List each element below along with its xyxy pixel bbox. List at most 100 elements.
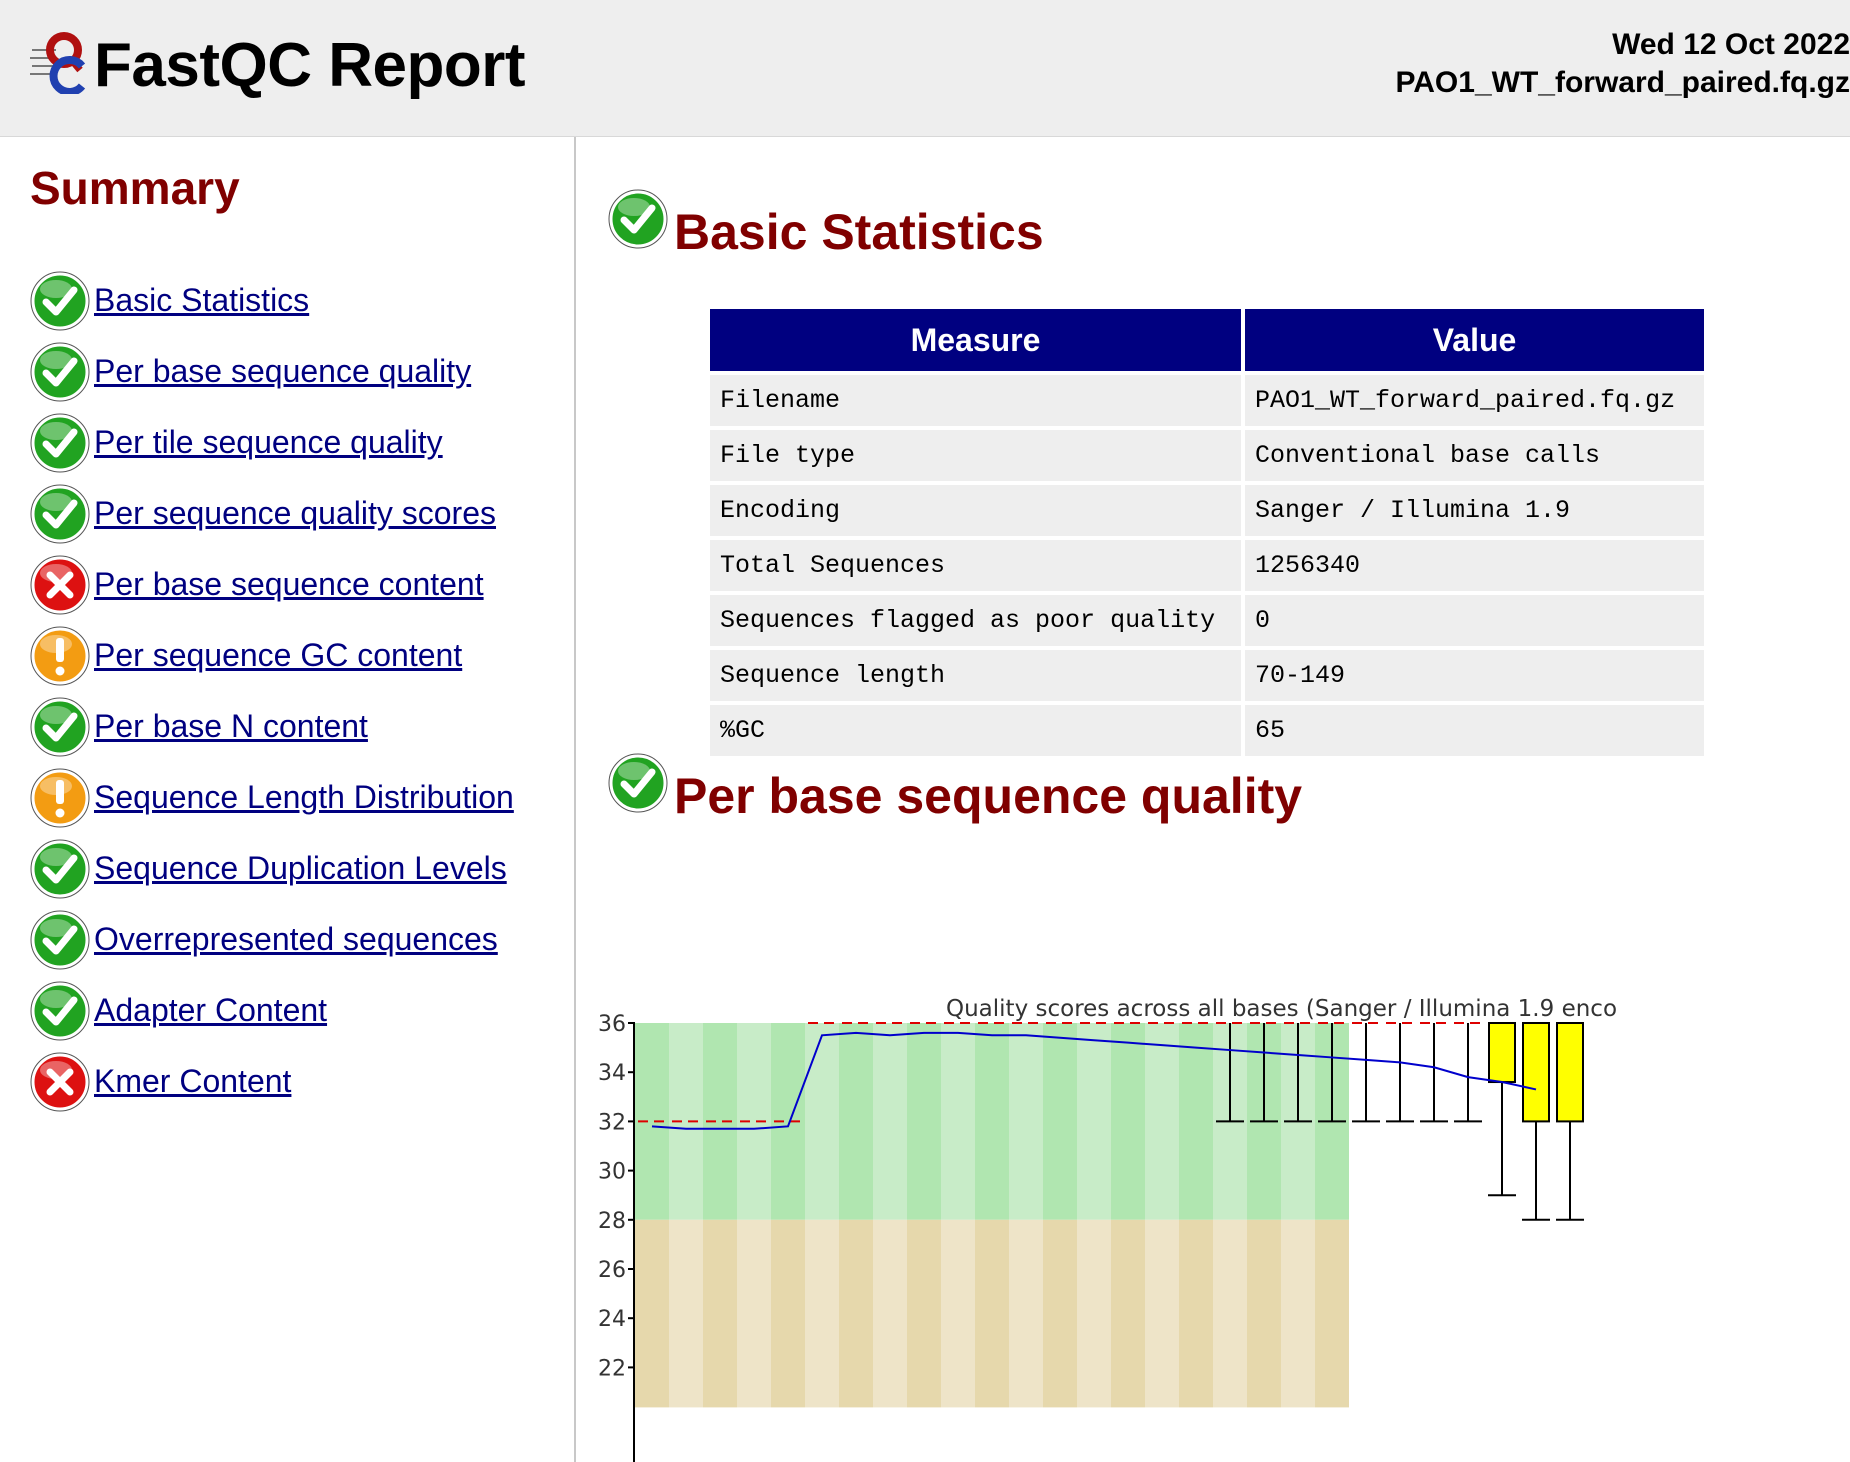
quality-band-cell xyxy=(839,1023,873,1220)
summary-link[interactable]: Per tile sequence quality xyxy=(94,424,443,461)
quality-band-cell xyxy=(805,1219,839,1408)
pass-icon xyxy=(30,839,90,898)
quality-chart-svg: Quality scores across all bases (Sanger … xyxy=(598,996,1617,1462)
main-content: Basic Statistics Measure Value Filename P… xyxy=(576,137,1850,1462)
quality-band-cell xyxy=(737,1219,771,1408)
summary-item: Per base N content xyxy=(30,691,514,762)
summary-item: Sequence Duplication Levels xyxy=(30,833,514,904)
quality-band-cell xyxy=(1281,1219,1315,1408)
value-cell: Sanger / Illumina 1.9 xyxy=(1245,485,1704,536)
y-tick-label: 34 xyxy=(598,1061,626,1086)
summary-list: Basic Statistics Per base sequence quali… xyxy=(30,265,514,1117)
summary-sidebar: Summary Basic Statistics Per base sequen… xyxy=(0,137,576,1462)
basic-statistics-title: Basic Statistics xyxy=(674,204,1044,260)
y-tick-label: 26 xyxy=(598,1258,626,1283)
pass-icon xyxy=(608,189,668,249)
summary-item: Per sequence quality scores xyxy=(30,478,514,549)
measure-cell: Filename xyxy=(710,375,1241,426)
chart-title: Quality scores across all bases (Sanger … xyxy=(946,996,1617,1022)
quality-band-cell xyxy=(771,1219,805,1408)
quality-band-cell xyxy=(1043,1023,1077,1220)
quality-band-cell xyxy=(1111,1219,1145,1408)
fail-icon xyxy=(30,1052,90,1111)
pass-icon xyxy=(30,697,90,756)
summary-link[interactable]: Per base N content xyxy=(94,708,368,745)
measure-cell: File type xyxy=(710,430,1241,481)
y-tick-label: 28 xyxy=(598,1209,626,1234)
table-row: Filename PAO1_WT_forward_paired.fq.gz xyxy=(710,375,1704,426)
pass-icon xyxy=(30,981,90,1040)
quality-band-cell xyxy=(1179,1023,1213,1220)
report-filename: PAO1_WT_forward_paired.fq.gz xyxy=(1395,66,1850,99)
report-meta: Wed 12 Oct 2022 PAO1_WT_forward_paired.f… xyxy=(1395,26,1850,102)
quality-band-cell xyxy=(1009,1219,1043,1408)
quality-box xyxy=(1556,1022,1584,1221)
quality-band-cell xyxy=(873,1023,907,1220)
summary-link[interactable]: Overrepresented sequences xyxy=(94,921,498,958)
quality-chart: Quality scores across all bases (Sanger … xyxy=(576,987,1850,1462)
summary-link[interactable]: Per sequence quality scores xyxy=(94,495,496,532)
summary-item: Overrepresented sequences xyxy=(30,904,514,975)
quality-band-cell xyxy=(1077,1023,1111,1220)
quality-band-cell xyxy=(635,1219,669,1408)
table-row: Sequence length 70-149 xyxy=(710,650,1704,701)
quality-band-cell xyxy=(1111,1023,1145,1220)
y-tick-label: 36 xyxy=(598,1012,626,1037)
fastqc-logo-icon xyxy=(30,32,86,94)
table-row: Encoding Sanger / Illumina 1.9 xyxy=(710,485,1704,536)
summary-item: Per base sequence quality xyxy=(30,336,514,407)
value-cell: 70-149 xyxy=(1245,650,1704,701)
pass-icon xyxy=(30,342,90,401)
summary-item: Per tile sequence quality xyxy=(30,407,514,478)
y-tick-label: 30 xyxy=(598,1160,626,1185)
table-row: %GC 65 xyxy=(710,705,1704,756)
summary-item: Adapter Content xyxy=(30,975,514,1046)
quality-band-cell xyxy=(1315,1219,1349,1408)
summary-link[interactable]: Kmer Content xyxy=(94,1063,291,1100)
quality-band-cell xyxy=(1145,1219,1179,1408)
quality-band-cell xyxy=(669,1219,703,1408)
quality-box xyxy=(1522,1022,1550,1221)
column-header-value: Value xyxy=(1245,309,1704,371)
warn-icon xyxy=(30,626,90,685)
quality-box xyxy=(1454,1023,1482,1123)
measure-cell: %GC xyxy=(710,705,1241,756)
summary-link[interactable]: Sequence Length Distribution xyxy=(94,779,514,816)
table-body: Filename PAO1_WT_forward_paired.fq.gz File… xyxy=(710,375,1704,756)
summary-link[interactable]: Per base sequence content xyxy=(94,566,484,603)
fail-icon xyxy=(30,555,90,614)
summary-link[interactable]: Per sequence GC content xyxy=(94,637,462,674)
summary-link[interactable]: Basic Statistics xyxy=(94,282,309,319)
y-tick-label: 32 xyxy=(598,1110,626,1135)
report-header: FastQC Report Wed 12 Oct 2022 PAO1_WT_fo… xyxy=(0,0,1850,137)
summary-link[interactable]: Per base sequence quality xyxy=(94,353,471,390)
quality-box xyxy=(1420,1023,1448,1123)
warn-icon xyxy=(30,768,90,827)
summary-item: Sequence Length Distribution xyxy=(30,762,514,833)
summary-item: Per base sequence content xyxy=(30,549,514,620)
quality-band-cell xyxy=(907,1023,941,1220)
basic-statistics-heading: Basic Statistics xyxy=(608,189,1044,261)
measure-cell: Sequences flagged as poor quality xyxy=(710,595,1241,646)
quality-band-cell xyxy=(907,1219,941,1408)
value-cell: Conventional base calls xyxy=(1245,430,1704,481)
quality-box xyxy=(1488,1022,1516,1197)
quality-band-cell xyxy=(873,1219,907,1408)
quality-box xyxy=(1352,1023,1380,1123)
measure-cell: Total Sequences xyxy=(710,540,1241,591)
value-cell: 65 xyxy=(1245,705,1704,756)
summary-item: Per sequence GC content xyxy=(30,620,514,691)
measure-cell: Sequence length xyxy=(710,650,1241,701)
pass-icon xyxy=(30,413,90,472)
quality-band-cell xyxy=(1077,1219,1111,1408)
summary-item: Basic Statistics xyxy=(30,265,514,336)
report-date: Wed 12 Oct 2022 xyxy=(1612,28,1850,61)
summary-link[interactable]: Adapter Content xyxy=(94,992,327,1029)
pass-icon xyxy=(30,910,90,969)
quality-band-cell xyxy=(1179,1219,1213,1408)
quality-band-cell xyxy=(975,1023,1009,1220)
quality-band-cell xyxy=(1043,1219,1077,1408)
summary-link[interactable]: Sequence Duplication Levels xyxy=(94,850,507,887)
quality-band-cell xyxy=(975,1219,1009,1408)
table-header-row: Measure Value xyxy=(710,309,1704,371)
